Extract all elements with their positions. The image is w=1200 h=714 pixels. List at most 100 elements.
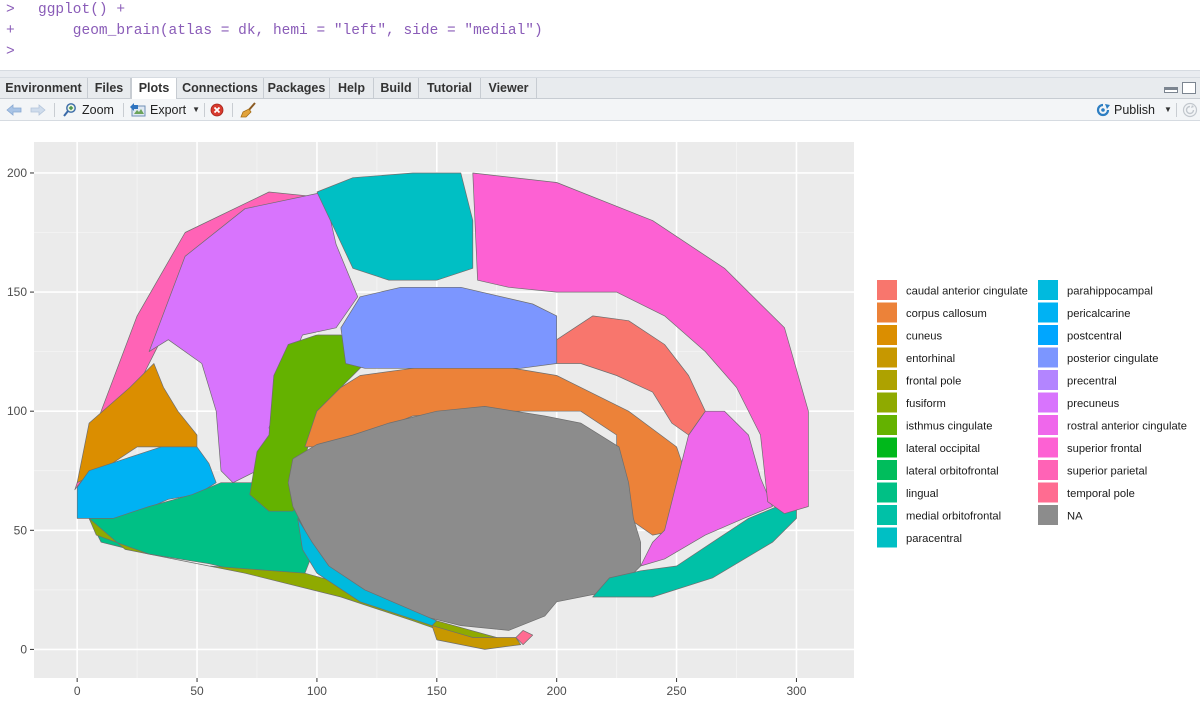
legend-label: frontal pole [906,376,961,388]
toolbar-separator [232,103,233,117]
minimize-pane-icon[interactable] [1164,87,1178,93]
console-prompt: + [6,23,15,39]
legend-key [877,527,897,548]
refresh-button[interactable] [1182,101,1198,119]
legend-key [877,460,897,480]
tab-viewer[interactable]: Viewer [481,78,537,99]
legend-key [877,415,897,435]
maximize-pane-icon[interactable] [1182,82,1196,94]
back-button[interactable] [6,101,22,119]
console-prompt: > [6,44,15,60]
plots-toolbar: Zoom Export ▼ Publish ▼ [0,99,1200,121]
legend-key [1038,482,1058,503]
legend-label: entorhinal [906,353,955,365]
plot-viewer: 0 50 100 150 200 250 300 0 50 100 150 200 caudal an… [0,122,1200,714]
y-tick-label: 0 [20,642,27,656]
brain-atlas-plot: 0 50 100 150 200 250 300 0 50 100 150 200 caudal an… [7,142,1187,698]
legend-label: lateral orbitofrontal [906,466,999,478]
x-tick-label: 0 [74,684,81,698]
legend-key [1038,347,1058,368]
toolbar-separator [204,103,205,117]
export-icon [130,103,146,117]
x-tick-label: 300 [786,684,806,698]
tab-files[interactable]: Files [88,78,131,99]
legend-label: pericalcarine [1067,308,1130,320]
legend-key [1038,280,1058,300]
legend-label: fusiform [906,398,946,410]
legend-label: superior parietal [1067,466,1147,478]
legend-label: posterior cingulate [1067,353,1158,365]
tab-tutorial[interactable]: Tutorial [419,78,481,99]
legend-label: caudal anterior cingulate [906,286,1028,298]
tab-environment[interactable]: Environment [0,78,88,99]
export-label: Export [150,103,187,117]
console-code: geom_brain(atlas = dk, hemi = "left", si… [38,23,543,39]
tab-connections[interactable]: Connections [177,78,264,99]
legend-label: rostral anterior cingulate [1067,421,1187,433]
legend-key [877,280,897,300]
legend-label: precentral [1067,376,1117,388]
legend-label: corpus callosum [906,308,987,320]
tab-build[interactable]: Build [374,78,419,99]
y-tick-label: 50 [14,523,28,537]
console-line: + geom_brain(atlas = dk, hemi = "left", … [6,21,1200,42]
legend-key [877,302,897,323]
console-line: > ggplot() + [6,0,1200,21]
legend-key [1038,415,1058,435]
zoom-button[interactable]: Zoom [62,101,114,119]
publish-icon [1096,103,1110,117]
toolbar-separator [54,103,55,117]
legend-label: medial orbitofrontal [906,511,1001,523]
tab-help[interactable]: Help [330,78,374,99]
x-tick-label: 150 [427,684,447,698]
x-tick-label: 250 [667,684,687,698]
legend-label: lateral occipital [906,443,980,455]
publish-label: Publish [1114,103,1155,117]
legend-label: superior frontal [1067,443,1142,455]
legend-key [1038,370,1058,390]
legend-key [1038,460,1058,480]
y-tick-label: 200 [7,166,27,180]
export-button[interactable]: Export ▼ [129,101,200,119]
arrow-right-icon [30,104,46,116]
legend-label: NA [1067,511,1083,523]
zoom-icon [63,103,76,117]
remove-plot-icon [210,103,224,117]
broom-icon [240,102,256,118]
legend-label: paracentral [906,533,962,545]
legend-label: lingual [906,488,938,500]
zoom-label: Zoom [82,103,114,117]
x-tick-label: 50 [190,684,204,698]
legend-key [877,437,897,458]
legend-label: cuneus [906,331,942,343]
forward-button[interactable] [30,101,46,119]
legend-label: isthmus cingulate [906,421,992,433]
console-prompt: > [6,2,15,18]
console-code: ggplot() + [38,2,126,18]
refresh-icon [1182,102,1198,118]
legend-key [1038,505,1058,525]
clear-plots-button[interactable] [240,101,258,119]
pane-tab-bar: Environment Files Plots Connections Pack… [0,78,1200,100]
legend-label: precuneus [1067,398,1120,410]
pane-splitter[interactable] [0,70,1200,78]
publish-button[interactable]: Publish ▼ [1094,101,1172,119]
legend-key [877,370,897,390]
tab-plots[interactable]: Plots [131,78,177,100]
legend-key [877,482,897,503]
chevron-down-icon: ▼ [1164,105,1172,114]
console-panel[interactable]: > ggplot() + + geom_brain(atlas = dk, hem… [0,0,1200,70]
legend-label: parahippocampal [1067,286,1153,298]
x-tick-label: 200 [547,684,567,698]
legend-label: temporal pole [1067,488,1135,500]
y-tick-label: 100 [7,404,27,418]
chevron-down-icon: ▼ [192,105,201,114]
y-tick-label: 150 [7,285,27,299]
toolbar-separator [1176,103,1177,117]
legend-label: postcentral [1067,331,1122,343]
legend-key [877,505,897,525]
arrow-left-icon [6,104,22,116]
tab-packages[interactable]: Packages [264,78,330,99]
remove-plot-button[interactable] [210,101,224,119]
console-line[interactable]: > [6,42,1200,63]
